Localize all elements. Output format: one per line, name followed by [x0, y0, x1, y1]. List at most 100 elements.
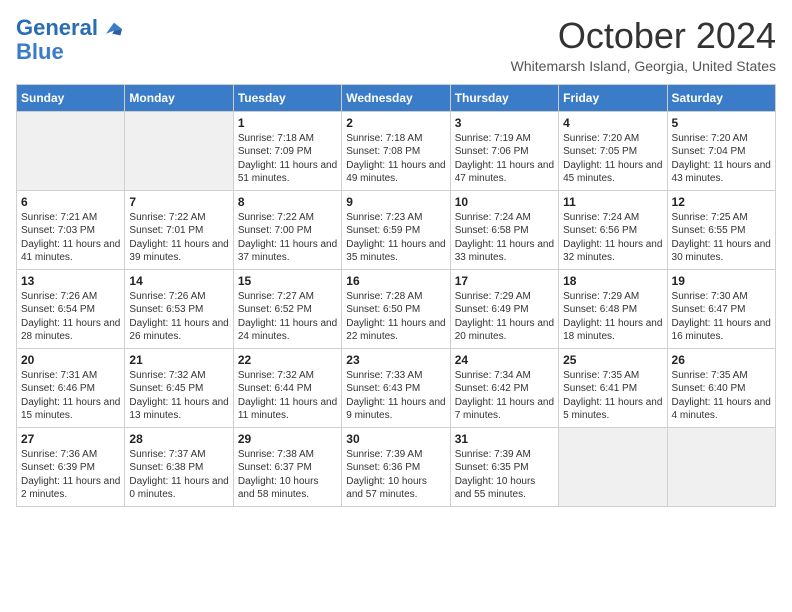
calendar-cell: 31Sunrise: 7:39 AMSunset: 6:35 PMDayligh…	[450, 427, 558, 506]
calendar-cell: 2 Sunrise: 7:18 AMSunset: 7:08 PMDaylight…	[342, 111, 450, 190]
calendar-cell: 26 Sunrise: 7:35 AMSunset: 6:40 PMDayligh…	[667, 348, 775, 427]
calendar-cell: 6Sunrise: 7:21 AMSunset: 7:03 PMDaylight…	[17, 190, 125, 269]
day-number: 16	[346, 274, 445, 288]
calendar-cell: 29 Sunrise: 7:38 AMSunset: 6:37 PMDayligh…	[233, 427, 341, 506]
day-info: Sunrise: 7:32 AMSunset: 6:45 PMDaylight:…	[129, 369, 228, 423]
day-number: 12	[672, 195, 771, 209]
calendar-cell: 30 Sunrise: 7:39 AMSunset: 6:36 PMDayligh…	[342, 427, 450, 506]
day-number: 18	[563, 274, 662, 288]
day-info: Sunrise: 7:37 AMSunset: 6:38 PMDaylight:…	[129, 448, 228, 502]
day-number: 29	[238, 432, 337, 446]
calendar-table: SundayMondayTuesdayWednesdayThursdayFrid…	[16, 84, 776, 507]
day-number: 30	[346, 432, 445, 446]
calendar-week-row: 27 Sunrise: 7:36 AMSunset: 6:39 PMDayligh…	[17, 427, 776, 506]
day-number: 26	[672, 353, 771, 367]
day-number: 22	[238, 353, 337, 367]
day-number: 23	[346, 353, 445, 367]
day-info: Sunrise: 7:32 AMSunset: 6:44 PMDaylight:…	[238, 369, 337, 423]
day-number: 8	[238, 195, 337, 209]
day-number: 9	[346, 195, 445, 209]
calendar-cell: 25Sunrise: 7:35 AMSunset: 6:41 PMDayligh…	[559, 348, 667, 427]
day-info: Sunrise: 7:20 AMSunset: 7:05 PMDaylight:…	[563, 132, 662, 186]
day-info: Sunrise: 7:24 AMSunset: 6:56 PMDaylight:…	[563, 211, 662, 265]
calendar-cell: 1 Sunrise: 7:18 AMSunset: 7:09 PMDaylight…	[233, 111, 341, 190]
calendar-cell: 16 Sunrise: 7:28 AMSunset: 6:50 PMDayligh…	[342, 269, 450, 348]
day-number: 13	[21, 274, 120, 288]
day-info: Sunrise: 7:39 AMSunset: 6:36 PMDaylight:…	[346, 448, 445, 502]
day-info: Sunrise: 7:33 AMSunset: 6:43 PMDaylight:…	[346, 369, 445, 423]
logo-bird-icon	[106, 22, 122, 36]
day-number: 7	[129, 195, 228, 209]
calendar-cell: 5Sunrise: 7:20 AMSunset: 7:04 PMDaylight…	[667, 111, 775, 190]
calendar-cell	[559, 427, 667, 506]
day-info: Sunrise: 7:29 AMSunset: 6:49 PMDaylight:…	[455, 290, 554, 344]
calendar-week-row: 1 Sunrise: 7:18 AMSunset: 7:09 PMDaylight…	[17, 111, 776, 190]
location: Whitemarsh Island, Georgia, United State…	[511, 58, 776, 74]
calendar-cell: 20 Sunrise: 7:31 AMSunset: 6:46 PMDayligh…	[17, 348, 125, 427]
calendar-cell: 28 Sunrise: 7:37 AMSunset: 6:38 PMDayligh…	[125, 427, 233, 506]
day-info: Sunrise: 7:31 AMSunset: 6:46 PMDaylight:…	[21, 369, 120, 423]
day-info: Sunrise: 7:26 AMSunset: 6:53 PMDaylight:…	[129, 290, 228, 344]
day-number: 19	[672, 274, 771, 288]
day-info: Sunrise: 7:18 AMSunset: 7:09 PMDaylight:…	[238, 132, 337, 186]
calendar-cell: 8 Sunrise: 7:22 AMSunset: 7:00 PMDaylight…	[233, 190, 341, 269]
calendar-cell: 27 Sunrise: 7:36 AMSunset: 6:39 PMDayligh…	[17, 427, 125, 506]
day-info: Sunrise: 7:38 AMSunset: 6:37 PMDaylight:…	[238, 448, 337, 502]
day-info: Sunrise: 7:30 AMSunset: 6:47 PMDaylight:…	[672, 290, 771, 344]
weekday-header: Wednesday	[342, 84, 450, 111]
day-info: Sunrise: 7:35 AMSunset: 6:40 PMDaylight:…	[672, 369, 771, 423]
day-info: Sunrise: 7:24 AMSunset: 6:58 PMDaylight:…	[455, 211, 554, 265]
logo-blue: Blue	[16, 40, 64, 64]
day-info: Sunrise: 7:26 AMSunset: 6:54 PMDaylight:…	[21, 290, 120, 344]
calendar-cell	[125, 111, 233, 190]
day-number: 14	[129, 274, 228, 288]
day-info: Sunrise: 7:28 AMSunset: 6:50 PMDaylight:…	[346, 290, 445, 344]
day-number: 20	[21, 353, 120, 367]
calendar-cell: 24 Sunrise: 7:34 AMSunset: 6:42 PMDayligh…	[450, 348, 558, 427]
day-info: Sunrise: 7:22 AMSunset: 7:01 PMDaylight:…	[129, 211, 228, 265]
day-info: Sunrise: 7:36 AMSunset: 6:39 PMDaylight:…	[21, 448, 120, 502]
weekday-header: Sunday	[17, 84, 125, 111]
calendar-week-row: 6Sunrise: 7:21 AMSunset: 7:03 PMDaylight…	[17, 190, 776, 269]
day-number: 3	[455, 116, 554, 130]
calendar-cell: 3Sunrise: 7:19 AMSunset: 7:06 PMDaylight…	[450, 111, 558, 190]
day-number: 6	[21, 195, 120, 209]
calendar-week-row: 20 Sunrise: 7:31 AMSunset: 6:46 PMDayligh…	[17, 348, 776, 427]
day-info: Sunrise: 7:34 AMSunset: 6:42 PMDaylight:…	[455, 369, 554, 423]
calendar-cell: 18Sunrise: 7:29 AMSunset: 6:48 PMDayligh…	[559, 269, 667, 348]
day-number: 17	[455, 274, 554, 288]
day-number: 27	[21, 432, 120, 446]
calendar-cell: 15 Sunrise: 7:27 AMSunset: 6:52 PMDayligh…	[233, 269, 341, 348]
calendar-cell: 10 Sunrise: 7:24 AMSunset: 6:58 PMDayligh…	[450, 190, 558, 269]
calendar-cell: 9 Sunrise: 7:23 AMSunset: 6:59 PMDaylight…	[342, 190, 450, 269]
logo: General Blue	[16, 16, 122, 64]
day-info: Sunrise: 7:20 AMSunset: 7:04 PMDaylight:…	[672, 132, 771, 186]
day-number: 24	[455, 353, 554, 367]
day-info: Sunrise: 7:35 AMSunset: 6:41 PMDaylight:…	[563, 369, 662, 423]
weekday-header: Saturday	[667, 84, 775, 111]
day-number: 2	[346, 116, 445, 130]
day-number: 15	[238, 274, 337, 288]
day-info: Sunrise: 7:18 AMSunset: 7:08 PMDaylight:…	[346, 132, 445, 186]
day-number: 28	[129, 432, 228, 446]
logo-text: General	[16, 16, 122, 40]
calendar-cell: 4Sunrise: 7:20 AMSunset: 7:05 PMDaylight…	[559, 111, 667, 190]
day-number: 21	[129, 353, 228, 367]
header: General Blue October 2024 Whitemarsh Isl…	[16, 16, 776, 74]
page: General Blue October 2024 Whitemarsh Isl…	[0, 0, 792, 515]
calendar-cell: 11Sunrise: 7:24 AMSunset: 6:56 PMDayligh…	[559, 190, 667, 269]
calendar-cell: 23 Sunrise: 7:33 AMSunset: 6:43 PMDayligh…	[342, 348, 450, 427]
day-info: Sunrise: 7:27 AMSunset: 6:52 PMDaylight:…	[238, 290, 337, 344]
weekday-header: Tuesday	[233, 84, 341, 111]
calendar-cell: 14 Sunrise: 7:26 AMSunset: 6:53 PMDayligh…	[125, 269, 233, 348]
calendar-cell: 13 Sunrise: 7:26 AMSunset: 6:54 PMDayligh…	[17, 269, 125, 348]
calendar-cell: 12Sunrise: 7:25 AMSunset: 6:55 PMDayligh…	[667, 190, 775, 269]
day-number: 1	[238, 116, 337, 130]
weekday-header: Friday	[559, 84, 667, 111]
day-number: 10	[455, 195, 554, 209]
day-info: Sunrise: 7:22 AMSunset: 7:00 PMDaylight:…	[238, 211, 337, 265]
calendar-week-row: 13 Sunrise: 7:26 AMSunset: 6:54 PMDayligh…	[17, 269, 776, 348]
calendar-cell: 21 Sunrise: 7:32 AMSunset: 6:45 PMDayligh…	[125, 348, 233, 427]
calendar-header-row: SundayMondayTuesdayWednesdayThursdayFrid…	[17, 84, 776, 111]
day-info: Sunrise: 7:23 AMSunset: 6:59 PMDaylight:…	[346, 211, 445, 265]
